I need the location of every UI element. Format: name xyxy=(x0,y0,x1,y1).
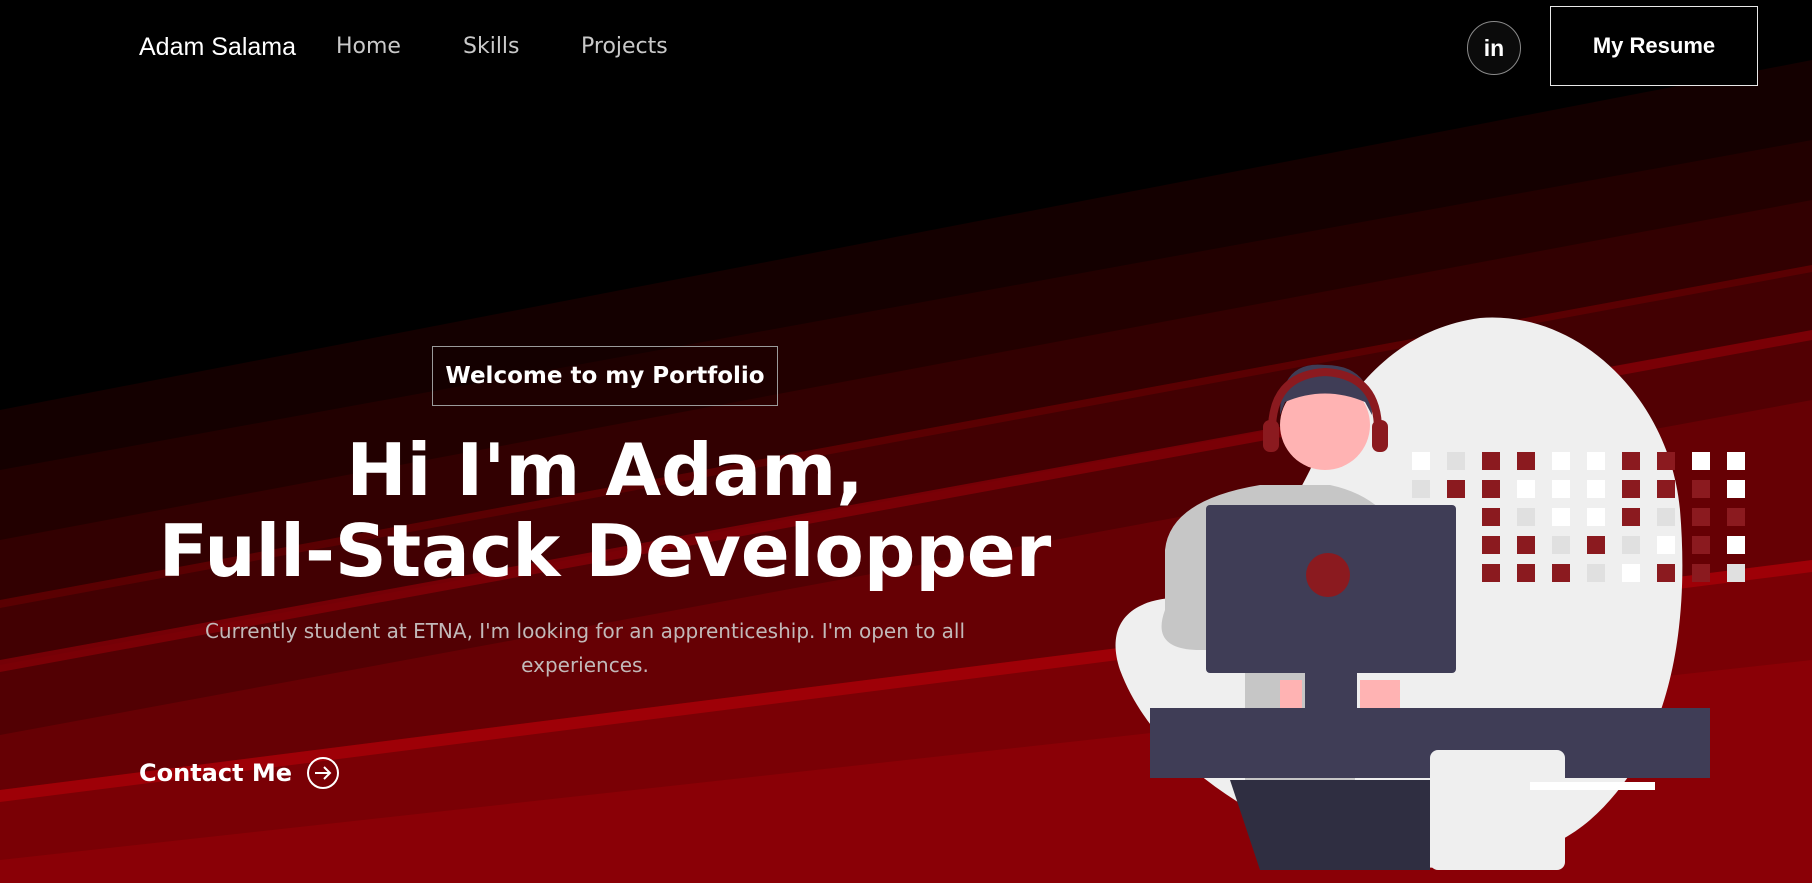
arrow-right-circle-icon xyxy=(307,757,340,789)
contact-me-label: Contact Me xyxy=(139,759,293,787)
resume-button[interactable]: My Resume xyxy=(1550,6,1758,86)
welcome-tagline: Welcome to my Portfolio xyxy=(432,346,778,406)
hero-description: Currently student at ETNA, I'm looking f… xyxy=(204,619,966,677)
linkedin-icon: in xyxy=(1483,34,1505,61)
linkedin-button[interactable]: in xyxy=(1467,21,1521,75)
hero-headline: Hi I'm Adam, Full-Stack Developper xyxy=(100,430,1110,592)
contact-me-link[interactable]: Contact Me xyxy=(139,756,340,790)
developer-at-computer-illustration xyxy=(1115,317,1745,870)
headline-line-1: Hi I'm Adam, xyxy=(346,428,864,512)
hero-section: Welcome to my Portfolio Hi I'm Adam, Ful… xyxy=(0,0,1200,883)
headline-line-2: Full-Stack Developper xyxy=(158,509,1052,593)
